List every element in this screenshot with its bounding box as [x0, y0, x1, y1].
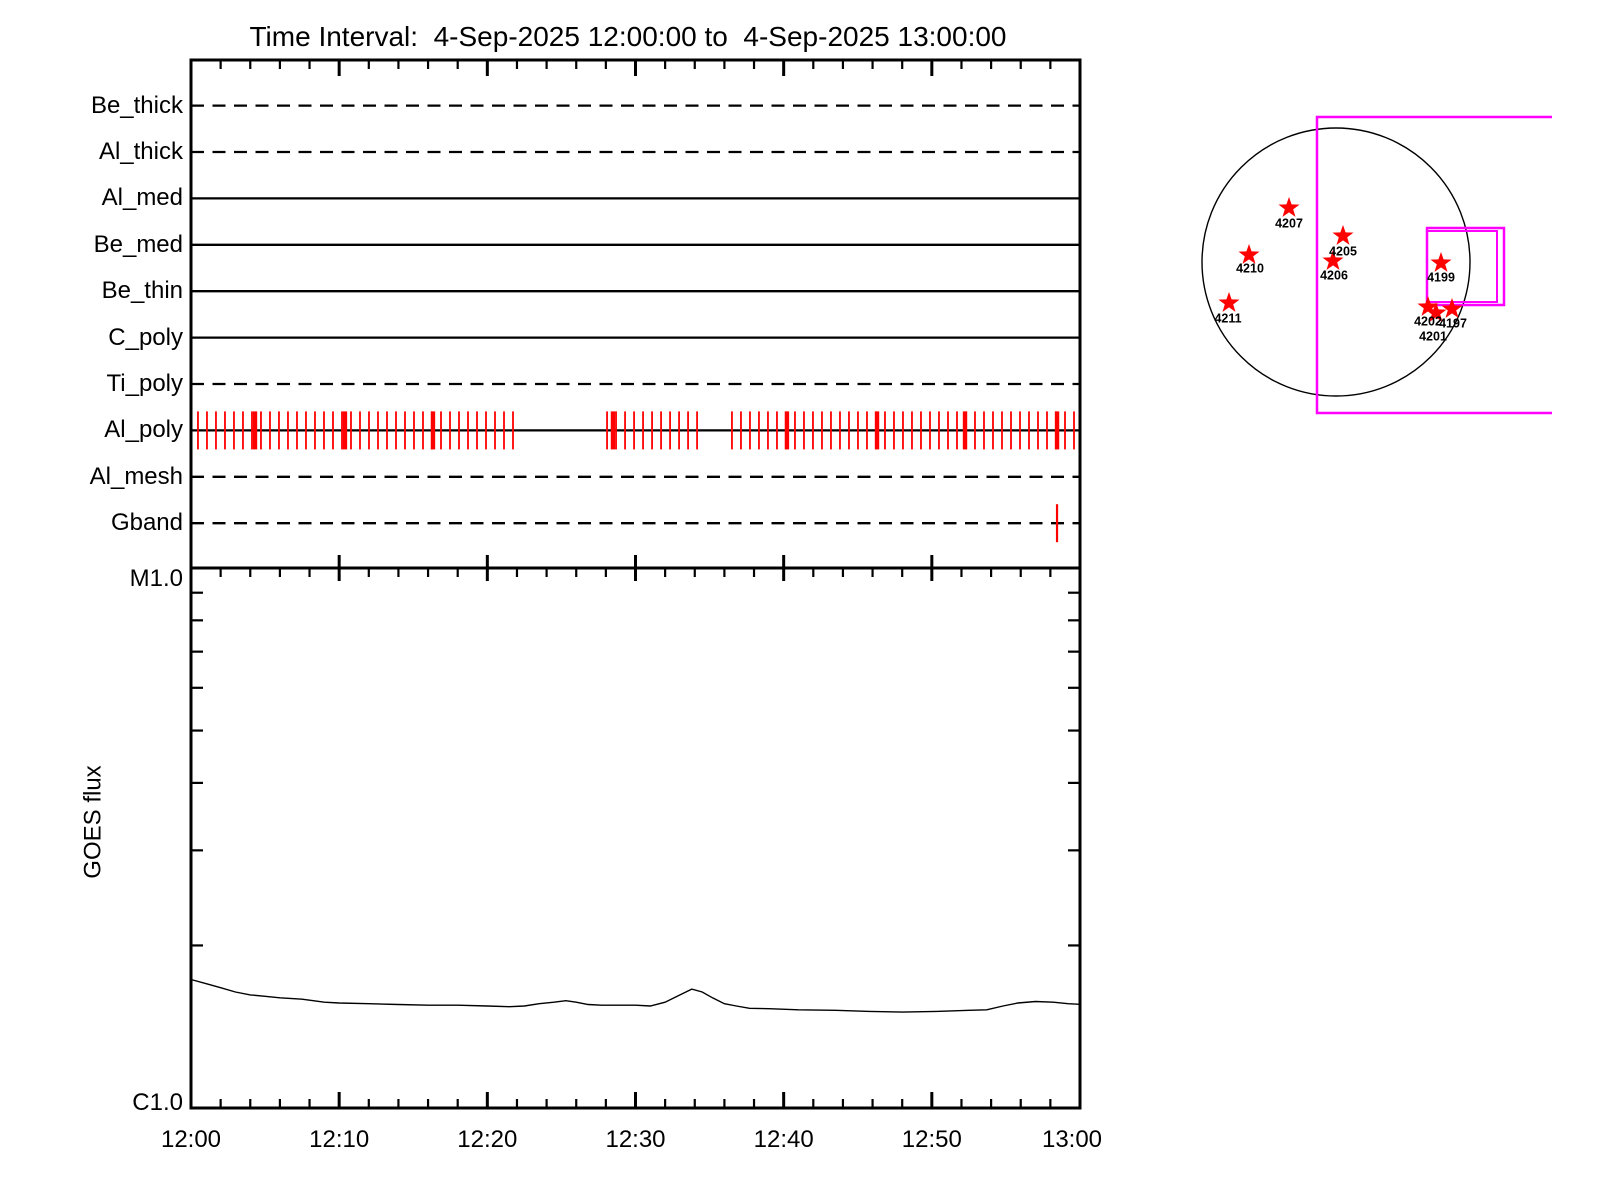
- ar-star-4207: [1278, 197, 1300, 217]
- filter-label-c_poly: C_poly: [108, 323, 183, 351]
- ar-label-4197: 4197: [1439, 316, 1467, 331]
- ar-star-4211: [1218, 292, 1240, 312]
- y-tick-label-c1: C1.0: [132, 1089, 183, 1116]
- x-tick-label-12-10: 12:10: [309, 1126, 370, 1153]
- filter-label-al_mesh: Al_mesh: [89, 462, 183, 490]
- goes-flux-curve: [190, 978, 1081, 1013]
- x-tick-label-12-40: 12:40: [753, 1126, 814, 1153]
- xrt-fov-box: [1315, 115, 1552, 415]
- x-tick-label-12-00: 12:00: [160, 1126, 222, 1153]
- ar-label-4202: 4202: [1414, 314, 1442, 329]
- ar-label-4206: 4206: [1320, 268, 1348, 283]
- ar-label-4201: 4201: [1419, 329, 1447, 344]
- ar-label-4205: 4205: [1329, 244, 1357, 259]
- filter-label-al_thick: Al_thick: [98, 138, 183, 165]
- xrt-synoptic-figure: Time Interval: 4-Sep-2025 12:00:00 to 4-…: [0, 0, 1600, 1200]
- x-tick-label-12-50: 12:50: [901, 1126, 962, 1153]
- time-interval-title: Time Interval: 4-Sep-2025 12:00:00 to 4-…: [249, 21, 1007, 52]
- filter-label-gband: Gband: [110, 509, 183, 537]
- filter-label-be_thick: Be_thick: [90, 91, 183, 119]
- filter-label-ti_poly: Ti_poly: [106, 370, 183, 397]
- ar-label-4199: 4199: [1427, 270, 1455, 285]
- plot-canvas: [189, 58, 1552, 1110]
- y-tick-label-m1: M1.0: [129, 565, 183, 592]
- filter-label-al_poly: Al_poly: [104, 416, 183, 444]
- x-tick-label-12-20: 12:20: [457, 1126, 518, 1153]
- filter-label-be_thin: Be_thin: [101, 277, 183, 305]
- ar-star-4199: [1430, 252, 1452, 272]
- ar-label-4207: 4207: [1275, 216, 1303, 231]
- goes-flux-panel: [189, 555, 1082, 1110]
- filter-label-be_med: Be_med: [93, 230, 183, 258]
- ar-star-4205: [1332, 225, 1354, 245]
- filter-label-al_med: Al_med: [101, 184, 183, 212]
- ar-label-4211: 4211: [1214, 311, 1242, 326]
- ar-label-4210: 4210: [1236, 261, 1264, 276]
- x-tick-label-12-30: 12:30: [605, 1126, 666, 1153]
- goes-flux-axis-title: GOES flux: [79, 765, 107, 879]
- filter-timeline-panel: [189, 58, 1082, 570]
- x-tick-label-13-00: 13:00: [1041, 1126, 1103, 1153]
